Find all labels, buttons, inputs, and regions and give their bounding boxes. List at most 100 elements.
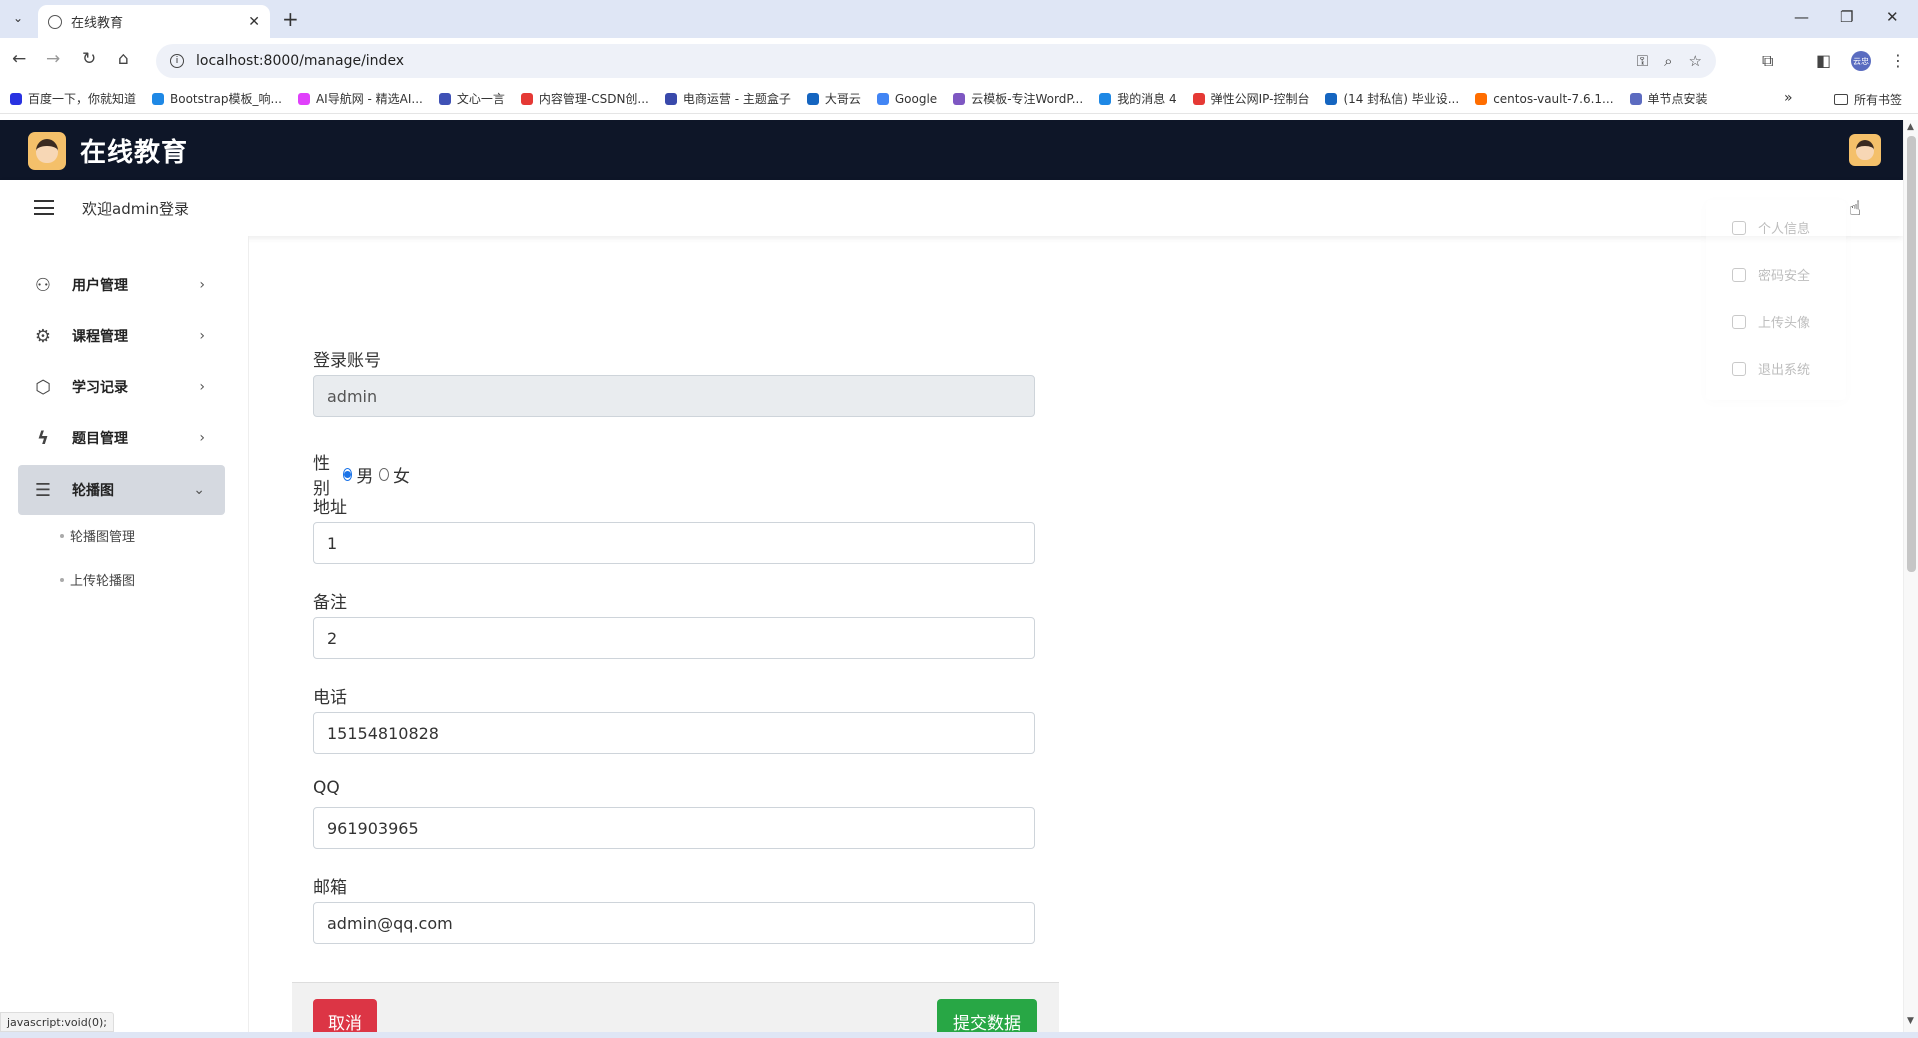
- bookmark-item[interactable]: 电商运营 - 主题盒子: [664, 90, 791, 107]
- bookmark-item[interactable]: 内容管理-CSDN创...: [520, 90, 649, 107]
- sidebar-item-question-management[interactable]: ϟ 题目管理 ›: [18, 415, 225, 461]
- app-header: 在线教育: [0, 120, 1903, 180]
- extensions-icon[interactable]: ⧉: [1762, 51, 1773, 71]
- brand-title: 在线教育: [80, 138, 189, 168]
- page-scrollbar[interactable]: ▲ ▼: [1903, 120, 1918, 1032]
- remark-label: 备注: [313, 593, 347, 613]
- reload-icon[interactable]: ↻: [82, 49, 96, 69]
- account-label: 登录账号: [313, 351, 381, 371]
- tab-search-chevron-icon[interactable]: ⌄: [8, 8, 28, 28]
- email-input[interactable]: admin@qq.com: [313, 902, 1035, 944]
- minimize-icon[interactable]: —: [1794, 8, 1809, 26]
- bookmark-favicon-icon: [806, 92, 819, 105]
- address-label: 地址: [313, 498, 347, 518]
- bookmark-item[interactable]: 弹性公网IP-控制台: [1192, 90, 1309, 107]
- all-bookmarks[interactable]: 所有书签: [1834, 91, 1902, 108]
- home-icon[interactable]: ⌂: [118, 49, 129, 69]
- restore-icon[interactable]: ❐: [1840, 8, 1853, 26]
- zoom-icon[interactable]: ⌕: [1664, 52, 1672, 70]
- chip-icon: ⚙: [34, 325, 52, 347]
- gender-label: 性别: [313, 454, 330, 499]
- gender-male-label[interactable]: 男: [356, 462, 373, 487]
- account-field: admin: [313, 375, 1035, 417]
- bookmark-favicon-icon: [438, 92, 451, 105]
- lock-icon: [1732, 314, 1746, 329]
- sidebar-subitem-carousel-manage[interactable]: 轮播图管理: [59, 526, 135, 545]
- scroll-up-icon[interactable]: ▲: [1907, 122, 1914, 132]
- browser-tab-bar: ⌄ 在线教育 ✕ + — ❐ ✕: [0, 0, 1918, 38]
- bookmark-item[interactable]: 文心一言: [438, 90, 505, 107]
- browser-tab[interactable]: 在线教育 ✕: [38, 5, 270, 38]
- key-icon[interactable]: ⚿: [1637, 52, 1648, 70]
- chevron-right-icon: ›: [199, 430, 205, 446]
- bookmark-favicon-icon: [1475, 92, 1488, 105]
- bookmark-item[interactable]: Bootstrap模板_响...: [152, 90, 282, 107]
- gender-female-label[interactable]: 女: [393, 462, 410, 487]
- sidepanel-icon[interactable]: ◧: [1816, 51, 1831, 70]
- bookmark-item[interactable]: centos-vault-7.6.1...: [1475, 92, 1614, 106]
- address-input[interactable]: 1: [313, 522, 1035, 564]
- sidebar-item-carousel[interactable]: ☰ 轮播图 ⌄: [18, 465, 225, 515]
- bookmark-item[interactable]: 单节点安装: [1629, 90, 1708, 107]
- menu-dots-icon[interactable]: ⋮: [1890, 51, 1906, 70]
- sidebar: ⚇ 用户管理 › ⚙ 课程管理 › ⬡ 学习记录 › ϟ 题目管理 › ☰ 轮播…: [0, 236, 249, 1032]
- gender-group: 性别 男 女: [313, 449, 410, 499]
- profile-avatar[interactable]: 云忠: [1851, 51, 1871, 71]
- chevron-right-icon: ›: [199, 328, 205, 344]
- app-viewport: 在线教育 欢迎admin登录 ⚇ 用户管理 › ⚙ 课程管理 › ⬡ 学习记录 …: [0, 120, 1903, 1032]
- gender-male-radio[interactable]: [342, 467, 353, 481]
- qq-input[interactable]: 961903965: [313, 807, 1035, 849]
- dropdown-item-upload-avatar[interactable]: 上传头像: [1732, 312, 1810, 331]
- user-dropdown-menu: 个人信息 密码安全 上传头像 退出系统: [1706, 200, 1846, 400]
- logo-icon: [28, 132, 66, 170]
- bookmark-item[interactable]: 我的消息 4: [1099, 90, 1177, 107]
- mouse-cursor-icon: ☝: [1849, 196, 1862, 220]
- bookmark-item[interactable]: (14 封私信) 毕业设...: [1325, 90, 1459, 107]
- cancel-button[interactable]: 取消: [313, 999, 377, 1032]
- status-url: javascript:void(0);: [0, 1012, 114, 1032]
- scroll-down-icon[interactable]: ▼: [1907, 1016, 1914, 1026]
- site-info-icon[interactable]: i: [170, 54, 184, 68]
- phone-label: 电话: [313, 688, 347, 708]
- dropdown-item-logout[interactable]: 退出系统: [1732, 359, 1810, 378]
- back-icon[interactable]: ←: [12, 49, 26, 69]
- close-tab-icon[interactable]: ✕: [248, 14, 260, 30]
- bookmark-favicon-icon: [1629, 92, 1642, 105]
- logout-icon: [1732, 361, 1746, 376]
- window-close-icon[interactable]: ✕: [1886, 8, 1899, 26]
- hamburger-menu-icon[interactable]: [34, 200, 54, 215]
- bookmark-star-icon[interactable]: ☆: [1689, 52, 1702, 70]
- dropdown-item-password[interactable]: 密码安全: [1732, 265, 1810, 284]
- sidebar-item-course-management[interactable]: ⚙ 课程管理 ›: [18, 313, 225, 359]
- phone-input[interactable]: 15154810828: [313, 712, 1035, 754]
- window-bottom-edge: [0, 1032, 1918, 1038]
- mail-icon: [1732, 267, 1746, 282]
- bookmarks-overflow-icon[interactable]: »: [1784, 90, 1793, 106]
- welcome-text: 欢迎admin登录: [82, 200, 189, 218]
- bookmark-item[interactable]: 大哥云: [806, 90, 861, 107]
- bookmark-item[interactable]: 云模板-专注WordP...: [953, 90, 1083, 107]
- remark-input[interactable]: 2: [313, 617, 1035, 659]
- sidebar-subitem-carousel-upload[interactable]: 上传轮播图: [59, 570, 135, 589]
- sidebar-item-user-management[interactable]: ⚇ 用户管理 ›: [18, 262, 225, 308]
- address-bar[interactable]: i localhost:8000/manage/index ⚿ ⌕ ☆: [156, 44, 1716, 78]
- forward-icon[interactable]: →: [46, 49, 60, 69]
- bookmark-item[interactable]: 百度一下，你就知道: [10, 90, 136, 107]
- bookmark-item[interactable]: AI导航网 - 精选AI...: [297, 90, 423, 107]
- dropdown-item-profile[interactable]: 个人信息: [1732, 218, 1810, 237]
- bookmark-favicon-icon: [664, 92, 677, 105]
- form-actions: 取消 提交数据: [292, 982, 1059, 1032]
- bookmark-favicon-icon: [10, 92, 22, 105]
- user-avatar[interactable]: [1849, 134, 1881, 166]
- bookmark-favicon-icon: [520, 92, 533, 105]
- scroll-thumb[interactable]: [1907, 136, 1916, 572]
- submit-button[interactable]: 提交数据: [937, 999, 1037, 1032]
- gender-female-radio[interactable]: [379, 467, 389, 481]
- bookmark-item[interactable]: Google: [876, 92, 937, 106]
- chevron-down-icon: ⌄: [193, 482, 205, 498]
- sidebar-item-study-records[interactable]: ⬡ 学习记录 ›: [18, 364, 225, 410]
- new-tab-icon[interactable]: +: [282, 7, 299, 31]
- browser-toolbar: ← → ↻ ⌂ i localhost:8000/manage/index ⚿ …: [0, 38, 1918, 84]
- chevron-right-icon: ›: [199, 379, 205, 395]
- users-icon: ⚇: [34, 274, 52, 296]
